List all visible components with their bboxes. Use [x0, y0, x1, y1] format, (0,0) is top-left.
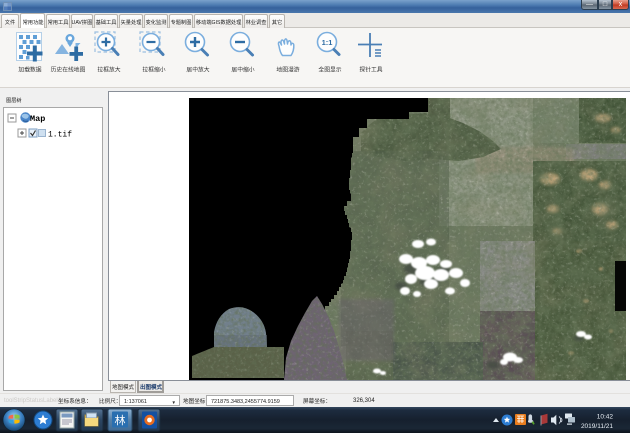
svg-text:2019/11/21: 2019/11/21	[581, 420, 613, 430]
svg-text:1:1: 1:1	[322, 38, 333, 47]
svg-text:1.tif: 1.tif	[48, 131, 72, 140]
svg-text:Map: Map	[30, 114, 45, 124]
svg-text:10:42: 10:42	[597, 411, 614, 421]
svg-text:林: 林	[115, 412, 126, 428]
